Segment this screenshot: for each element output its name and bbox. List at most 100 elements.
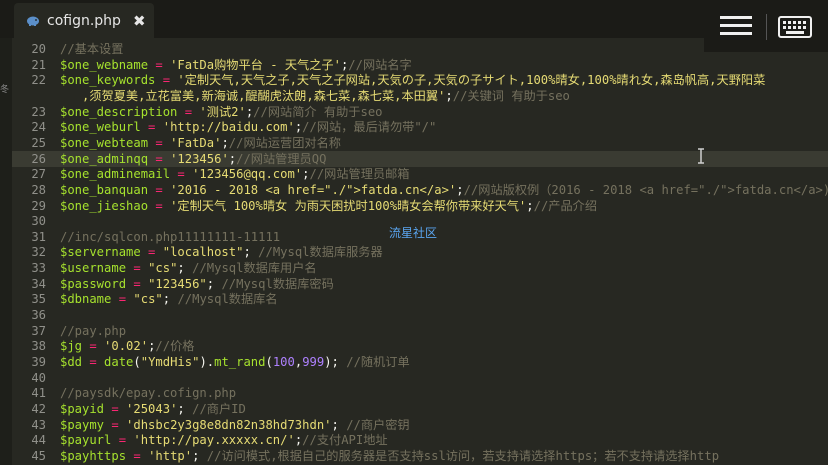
code-token: '定制天气,天气之子,天气之子网站,天気の子,天気の子サイト,100%晴女,10…	[177, 73, 766, 88]
code-line[interactable]: 23 $one_description = '测试2';//网站简介 有助于seo	[12, 104, 828, 120]
code-token: //paysdk/epay.cofign.php	[60, 386, 237, 401]
code-token: ).	[199, 355, 215, 369]
line-number: 29	[31, 198, 46, 213]
code-line[interactable]: 28 $one_banquan = '2016 - 2018 <a href=".…	[12, 182, 828, 198]
code-token: $one_keywords	[60, 73, 156, 88]
code-line[interactable]: 36	[12, 307, 828, 323]
code-line[interactable]: 33 $username = "cs"; //Mysql数据库用户名	[12, 260, 828, 276]
line-number: 30	[31, 214, 46, 229]
code-text: $one_weburl = 'http://baidu.com';//网站，最后…	[60, 119, 436, 135]
line-number: 23	[31, 104, 46, 119]
line-number: 28	[31, 182, 46, 197]
left-strip-glyph: 冬	[0, 85, 10, 95]
code-token: =	[104, 401, 127, 416]
code-line[interactable]: 41 //paysdk/epay.cofign.php	[12, 385, 828, 401]
line-number: 41	[31, 386, 46, 401]
code-line[interactable]: 38 $jg = '0.02';//价格	[12, 338, 828, 354]
keyboard-icon[interactable]	[778, 16, 812, 38]
code-token: $username	[60, 261, 127, 276]
code-text: $one_webteam = 'FatDa';//网站运营团对名称	[60, 135, 341, 151]
code-text: //paysdk/epay.cofign.php	[60, 385, 236, 401]
line-number: 20	[31, 42, 46, 56]
code-line[interactable]: 40	[12, 370, 828, 386]
code-token: $one_description	[60, 104, 178, 119]
code-token: $jg	[60, 339, 83, 354]
code-line[interactable]: 21 $one_webname = 'FatDa购物平台 - 天气之子';//网站…	[12, 57, 828, 73]
code-token: =	[148, 198, 171, 213]
code-token: 'FatDa购物平台 - 天气之子'	[170, 57, 341, 72]
code-token: =	[126, 276, 149, 291]
code-text: $username = "cs"; //Mysql数据库用户名	[60, 260, 317, 276]
code-token: =	[111, 433, 134, 448]
code-token: 'http://baidu.com'	[162, 120, 295, 135]
code-token: //访问模式,根据自己的服务器是否支持ssl访问，若支持请选择https；若不支…	[206, 448, 720, 463]
code-text: $payhttps = 'http'; //访问模式,根据自己的服务器是否支持s…	[60, 448, 719, 464]
code-token: ;	[206, 276, 222, 291]
code-line[interactable]: 35 $dbname = "cs"; //Mysql数据库名	[12, 291, 828, 307]
code-token: //关键词 有助于seo	[452, 88, 570, 103]
code-token: //支付API地址	[302, 433, 388, 448]
code-text: $jg = '0.02';//价格	[60, 338, 194, 354]
code-token: ;	[526, 198, 534, 213]
line-number: 33	[31, 261, 46, 276]
code-line[interactable]: 27 $one_adminemail = '123456@qq.com';//网站…	[12, 166, 828, 182]
text-cursor-icon	[698, 148, 704, 164]
code-token: =	[126, 261, 149, 276]
code-line[interactable]: 32 $servername = "localhost"; //Mysql数据库服…	[12, 244, 828, 260]
hamburger-menu-icon[interactable]	[720, 16, 752, 36]
code-token: $paymy	[60, 417, 105, 432]
code-token: =	[170, 167, 193, 182]
code-token: //网站，最后请勿带"/"	[302, 120, 437, 135]
line-number: 45	[31, 448, 46, 463]
code-line[interactable]: ,须贺夏美,立花富美,新海诚,醍醐虎汰朗,森七菜,森七菜,本田翼';//关键词 …	[12, 88, 828, 104]
watermark-text: 流星社区	[389, 226, 438, 240]
code-line[interactable]: 22 $one_keywords = '定制天气,天气之子,天气之子网站,天気の子…	[12, 72, 828, 88]
code-token: $one_weburl	[60, 120, 141, 135]
line-number: 35	[31, 292, 46, 307]
code-token: =	[82, 355, 105, 369]
code-line[interactable]: 39 $dd = date("YmdHis").mt_rand(100,999);…	[12, 354, 828, 370]
code-token: ;	[456, 182, 464, 197]
code-token: //Mysql数据库名	[177, 292, 278, 307]
code-editor[interactable]: 20 //基本设置 21 $one_webname = 'FatDa购物平台 - 天气…	[12, 38, 828, 465]
line-number: 31	[31, 229, 46, 244]
code-token: ;	[177, 261, 193, 276]
code-token: 999	[302, 355, 325, 369]
code-token: '25043'	[126, 401, 178, 416]
code-token: //网站简介 有助于seo	[253, 104, 383, 119]
code-text: $one_banquan = '2016 - 2018 <a href="./"…	[60, 182, 828, 198]
code-token: $servername	[60, 245, 141, 260]
code-line[interactable]: 45 $payhttps = 'http'; //访问模式,根据自己的服务器是否支…	[12, 448, 828, 464]
code-token: '123456'	[170, 151, 229, 166]
code-token: =	[148, 151, 171, 166]
code-token: ;	[221, 135, 229, 150]
line-number: 24	[31, 120, 46, 135]
code-token: =	[82, 339, 105, 354]
code-line[interactable]: 20 //基本设置	[12, 41, 828, 57]
code-token: ;	[162, 292, 178, 307]
code-token: '2016 - 2018 <a href="./">fatda.cn</a>'	[170, 182, 457, 197]
code-text: //inc/sqlcon.php11111111-11111	[60, 229, 280, 245]
code-token: "cs"	[133, 292, 163, 307]
code-line[interactable]: 44 $payurl = 'http://pay.xxxxx.cn/';//支付A…	[12, 432, 828, 448]
code-token: $dd	[60, 355, 83, 369]
code-line[interactable]: 37 //pay.php	[12, 323, 828, 339]
code-token: date	[104, 355, 134, 369]
code-token: $payurl	[60, 433, 112, 448]
tab-cofign-php[interactable]: cofign.php ✖	[14, 3, 154, 38]
code-token: $one_adminemail	[60, 167, 171, 182]
code-line[interactable]: 24 $one_weburl = 'http://baidu.com';//网站，…	[12, 119, 828, 135]
code-line[interactable]: 29 $one_jieshao = '定制天气 100%晴女 为雨天困扰时100%…	[12, 198, 828, 214]
close-icon[interactable]: ✖	[133, 12, 146, 30]
code-token: =	[155, 73, 178, 88]
code-text: $one_adminemail = '123456@qq.com';//网站管理…	[60, 166, 409, 182]
code-line[interactable]: 34 $password = "123456"; //Mysql数据库密码	[12, 276, 828, 292]
code-token: '123456@qq.com'	[192, 167, 303, 182]
line-number: 38	[31, 339, 46, 354]
code-token: ;	[331, 417, 347, 432]
code-line[interactable]: 42 $payid = '25043'; //商户ID	[12, 401, 828, 417]
code-token: //Mysql数据库服务器	[258, 245, 383, 260]
code-line[interactable]: 43 $paymy = 'dhsbc2y3g8e8dn82n38hd73hdn';…	[12, 417, 828, 433]
line-number: 39	[31, 355, 46, 369]
code-token: =	[140, 245, 163, 260]
